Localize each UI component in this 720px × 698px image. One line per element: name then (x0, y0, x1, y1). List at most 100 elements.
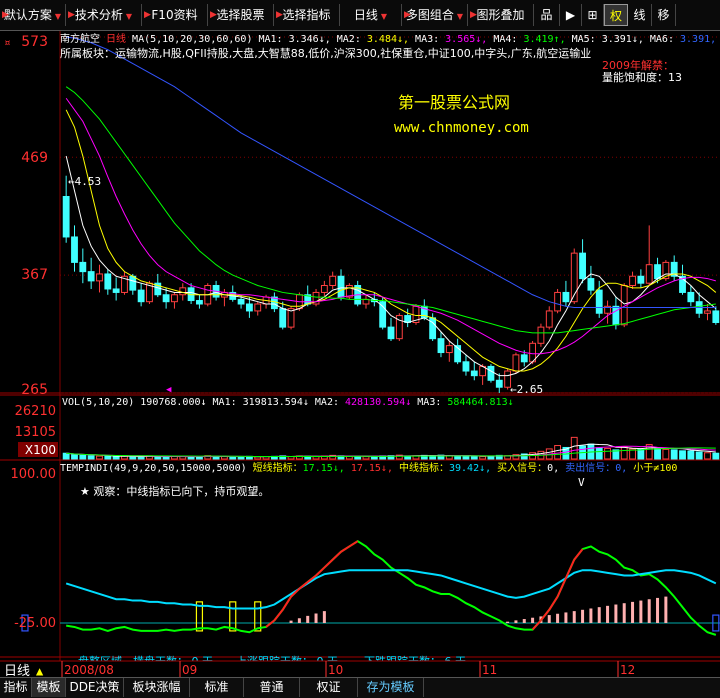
signal-bar (297, 618, 301, 623)
settings-icon: ¤ (4, 36, 11, 49)
signal-bar (631, 601, 635, 623)
candle-body (254, 303, 262, 312)
volume-bar (254, 456, 262, 460)
volume-bar (71, 454, 78, 460)
candle-body (320, 285, 328, 293)
crosshair-icon[interactable]: ⊞ (582, 4, 604, 26)
toolbar-button-label: 选择指标 (282, 8, 331, 22)
volume-bar (362, 456, 370, 460)
legend-part: 3.346↓, (283, 34, 337, 45)
arrow-icon: ▶ (68, 10, 75, 20)
signal-bar (564, 612, 568, 623)
candle-body (587, 278, 595, 291)
candle-body (537, 326, 545, 344)
toolbar-button-0[interactable]: ▶ 默认方案 ▼ (0, 4, 66, 26)
signal-bar (597, 607, 601, 623)
signal-bar (622, 603, 626, 623)
volume-bar (87, 455, 95, 460)
candle-body (629, 275, 636, 287)
candle-body (71, 236, 78, 263)
legend-part: 小于≠100 (633, 462, 677, 474)
volume-bar (604, 447, 611, 460)
toolbar-button-label: F10资料 (151, 8, 198, 22)
legend-part: TEMPINDI(49,9,20,50,15000,5000) (60, 463, 253, 474)
signal-bar (572, 611, 576, 623)
price-tick: 469 (21, 150, 48, 166)
volume-bar (687, 450, 695, 460)
signal-bar (647, 599, 651, 623)
toolbar-button-2[interactable]: ▶ F10资料 (142, 4, 208, 26)
toolbar-button-7[interactable]: ▶ 图形叠加 (468, 4, 534, 26)
legend-part: 3.391, (674, 34, 716, 45)
move-toggle[interactable]: 移 (652, 4, 676, 26)
price-tick: 573 (21, 34, 48, 50)
candle-body (495, 379, 503, 388)
volume-bar (112, 456, 120, 460)
date-label: 12 (620, 663, 635, 677)
volume-bar (704, 452, 711, 460)
date-label: 09 (182, 663, 197, 677)
line-toggle[interactable]: 线 (628, 4, 652, 26)
chevron-down-icon: ▼ (380, 12, 388, 21)
signal-marker: V (578, 476, 585, 489)
signal-bar (589, 608, 593, 623)
candle-body (112, 288, 120, 293)
candle-body (562, 291, 570, 303)
legend-part: 中线指标： (399, 461, 449, 474)
candle-body (637, 275, 645, 284)
volume-bar (654, 448, 661, 460)
legend-part: 3.565↓, (439, 34, 493, 45)
volume-bar (570, 436, 578, 460)
volume-bar (104, 455, 112, 460)
toolbar-button-1[interactable]: ▶ 技术分析 ▼ (66, 4, 142, 26)
candle-body (470, 370, 478, 377)
tab-5[interactable]: 普通 (244, 678, 300, 697)
candle-body (445, 345, 453, 354)
period-marker-icon: ▲ (36, 664, 44, 677)
signal-bar (306, 615, 310, 623)
toolbar-button-5[interactable]: 日线 ▼ (340, 4, 402, 26)
toolbar-button-label: 品 (540, 8, 553, 22)
toolbar-button-6[interactable]: ▶ 多图组合 ▼ (402, 4, 468, 26)
toolbar: ▶ 默认方案 ▼ ▶ 技术分析 ▼ ▶ F10资料 ▶ 选择股票 ▶ 选择指标 日线 ▼ ▶ 多图组合 ▼ ▶ 图形… (0, 0, 720, 31)
unlock-label: 2009年解禁： (602, 58, 674, 72)
indicator-tick: -25.00 (14, 616, 56, 631)
date-label: 2008/08 (64, 663, 114, 677)
signal-bar (522, 619, 526, 623)
candle-body (512, 354, 520, 372)
signal-bar (639, 600, 643, 623)
legend-part: 3.484↓, (361, 34, 415, 45)
volume-bar (162, 456, 170, 460)
tab-0[interactable]: 指标 (0, 678, 32, 697)
tab-2[interactable]: DDE决策 (66, 678, 124, 697)
tab-4[interactable]: 标准 (190, 678, 244, 697)
volume-bar (229, 456, 237, 460)
toolbar-button-3[interactable]: ▶ 选择股票 (208, 4, 274, 26)
arrow-icon: ▶ (210, 10, 217, 20)
signal-bar (531, 617, 535, 623)
volume-bar (670, 449, 678, 460)
legend-part: 短线指标： (253, 461, 303, 474)
signal-bar (614, 604, 618, 623)
rights-toggle[interactable]: 权 (604, 4, 628, 26)
legend-part: 买入信号： (497, 462, 547, 474)
legend-part: 319813.594↓ (237, 397, 315, 408)
tab-1[interactable]: 模板 (32, 678, 66, 697)
legend-part: MA(5,10,20,30,60,60) (126, 34, 258, 45)
play-icon[interactable]: ▶ (560, 4, 582, 26)
high-price-label: ←4.53 (68, 175, 101, 188)
volume-bar (454, 455, 462, 460)
date-label: 10 (328, 663, 343, 677)
tab-6[interactable]: 权证 (300, 678, 358, 697)
signal-bar (581, 609, 585, 623)
tab-3[interactable]: 板块涨幅 (124, 678, 190, 697)
date-label: 11 (482, 663, 497, 677)
legend-part: MA4: (493, 34, 517, 45)
toolbar-button-8[interactable]: 品 (534, 4, 560, 26)
tab-7[interactable]: 存为模板 (358, 678, 424, 697)
volume-bar (662, 448, 670, 460)
signal-bar (556, 613, 560, 623)
candle-body (645, 264, 653, 284)
toolbar-button-4[interactable]: ▶ 选择指标 (274, 4, 340, 26)
volume-bar (79, 454, 87, 460)
